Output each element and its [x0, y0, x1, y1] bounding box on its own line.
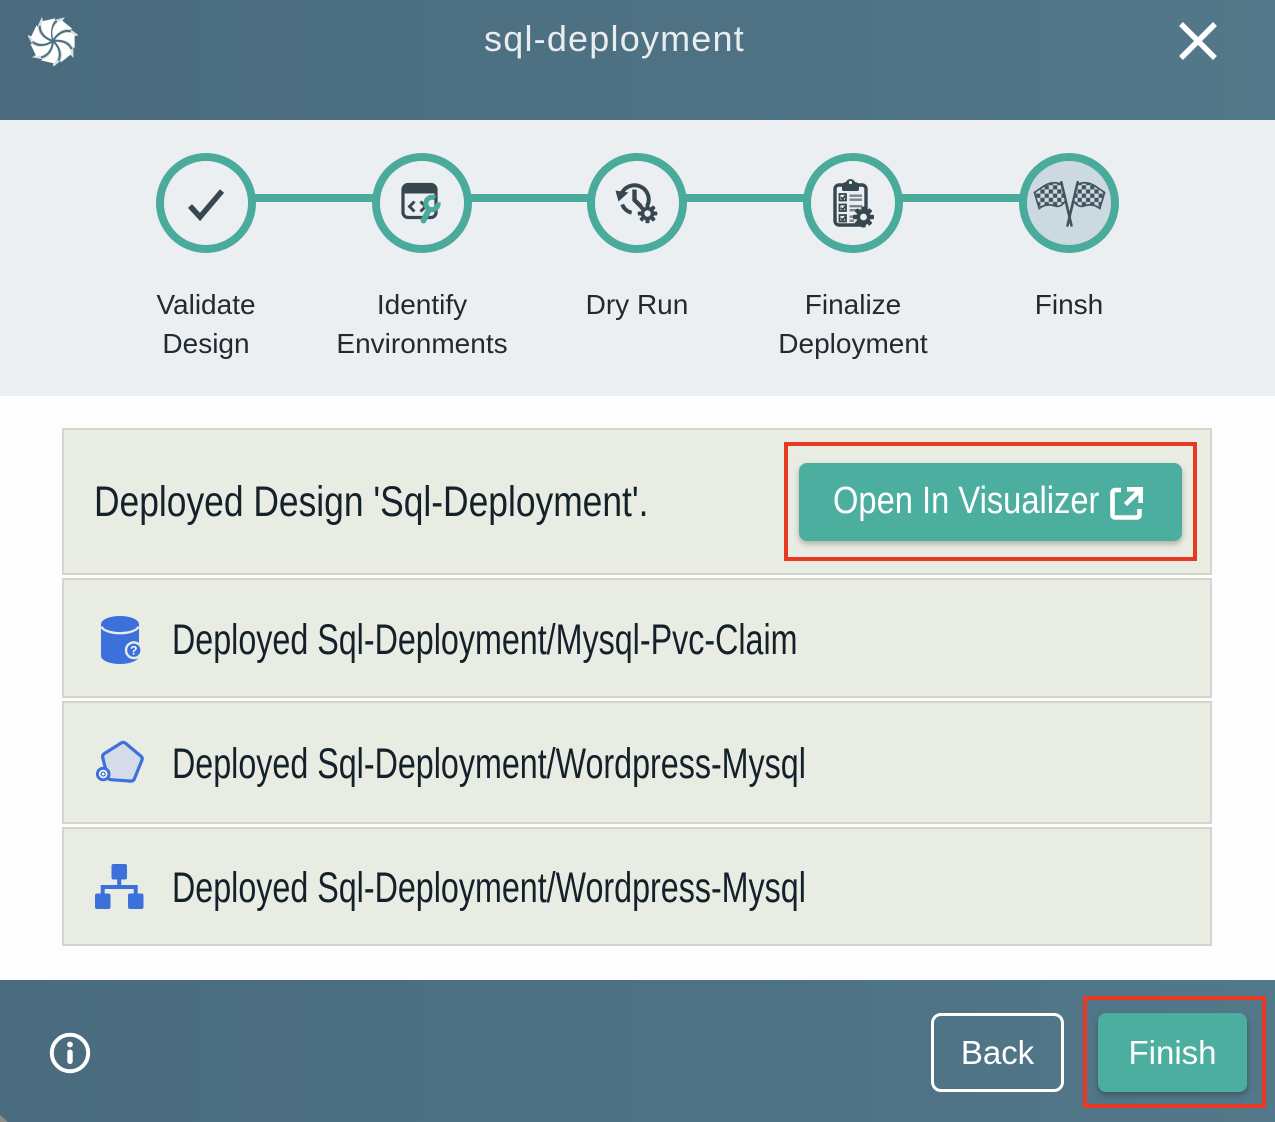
svg-text:?: ?	[130, 644, 137, 658]
